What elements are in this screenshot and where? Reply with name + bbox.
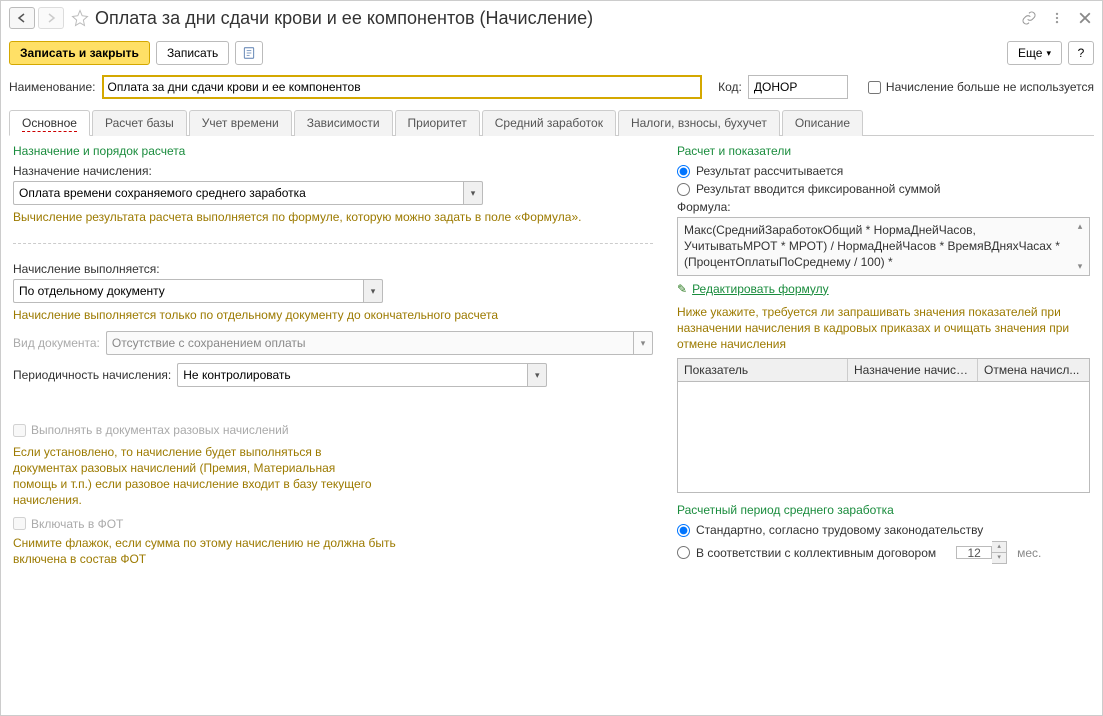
onetime-label: Выполнять в документах разовых начислени…: [31, 423, 289, 437]
left-column: Назначение и порядок расчета Назначение …: [13, 144, 653, 707]
onetime-hint: Если установлено, то начисление будет вы…: [13, 444, 373, 509]
period-standard-label: Стандартно, согласно трудовому законодат…: [696, 523, 983, 537]
period-dropdown-icon[interactable]: ▾: [527, 363, 547, 387]
window-title: Оплата за дни сдачи крови и ее компонент…: [95, 8, 1020, 29]
edit-formula-link[interactable]: ✎ Редактировать формулу: [677, 282, 829, 296]
result-calc-label: Результат рассчитывается: [696, 164, 843, 178]
tab-base[interactable]: Расчет базы: [92, 110, 187, 136]
exec-label: Начисление выполняется:: [13, 262, 653, 276]
nav-forward-button[interactable]: [38, 7, 64, 29]
doctype-combo: ▾: [106, 331, 653, 355]
tab-taxes[interactable]: Налоги, взносы, бухучет: [618, 110, 780, 136]
window: Оплата за дни сдачи крови и ее компонент…: [0, 0, 1103, 716]
period-standard-radio-input[interactable]: [677, 524, 690, 537]
tab-priority[interactable]: Приоритет: [395, 110, 480, 136]
formula-text: Макс(СреднийЗаработокОбщий * НормаДнейЧа…: [684, 223, 1060, 269]
tab-avg[interactable]: Средний заработок: [482, 110, 616, 136]
kebab-icon[interactable]: [1048, 9, 1066, 27]
right-column: Расчет и показатели Результат рассчитыва…: [677, 144, 1090, 707]
not-used-label: Начисление больше не используется: [886, 80, 1094, 94]
doctype-input: [106, 331, 633, 355]
months-unit: мес.: [1017, 546, 1041, 560]
report-icon-button[interactable]: [235, 41, 263, 65]
code-label: Код:: [718, 80, 742, 94]
months-input: [956, 546, 992, 559]
exec-hint: Начисление выполняется только по отдельн…: [13, 307, 653, 323]
th-cancel: Отмена начисл...: [978, 359, 1089, 381]
fot-checkbox-input: [13, 517, 26, 530]
favorite-icon[interactable]: [71, 9, 89, 27]
doctype-dropdown-icon: ▾: [633, 331, 653, 355]
result-calc-radio-input[interactable]: [677, 165, 690, 178]
purpose-input[interactable]: [13, 181, 463, 205]
purpose-hint: Вычисление результата расчета выполняетс…: [13, 209, 653, 225]
tabs: Основное Расчет базы Учет времени Зависи…: [9, 109, 1094, 136]
purpose-dropdown-icon[interactable]: ▾: [463, 181, 483, 205]
tab-desc[interactable]: Описание: [782, 110, 863, 136]
period-collective-radio-input[interactable]: [677, 546, 690, 559]
table-header: Показатель Назначение начисл... Отмена н…: [678, 359, 1089, 382]
spin-down-icon: ▾: [992, 553, 1006, 563]
scroll-down-icon[interactable]: ▾: [1073, 260, 1087, 272]
calc-section-title: Расчет и показатели: [677, 144, 1090, 158]
period-combo[interactable]: ▾: [177, 363, 547, 387]
titlebar: Оплата за дни сдачи крови и ее компонент…: [1, 1, 1102, 35]
content: Назначение и порядок расчета Назначение …: [1, 136, 1102, 715]
indicators-table[interactable]: Показатель Назначение начисл... Отмена н…: [677, 358, 1090, 493]
tab-time[interactable]: Учет времени: [189, 110, 292, 136]
exec-input[interactable]: [13, 279, 363, 303]
name-label: Наименование:: [9, 80, 96, 94]
period-collective-label: В соответствии с коллективным договором: [696, 546, 936, 560]
nav-back-button[interactable]: [9, 7, 35, 29]
save-close-button[interactable]: Записать и закрыть: [9, 41, 150, 65]
purpose-combo[interactable]: ▾: [13, 181, 483, 205]
th-assign: Назначение начисл...: [848, 359, 978, 381]
section-purpose-title: Назначение и порядок расчета: [13, 144, 653, 158]
toolbar: Записать и закрыть Записать Еще ?: [1, 35, 1102, 71]
fot-hint: Снимите флажок, если сумма по этому начи…: [13, 535, 413, 567]
purpose-label: Назначение начисления:: [13, 164, 653, 178]
exec-dropdown-icon[interactable]: ▾: [363, 279, 383, 303]
months-spinner: ▴▾: [956, 541, 1007, 564]
period-standard-radio[interactable]: Стандартно, согласно трудовому законодат…: [677, 523, 1090, 537]
period-collective-radio[interactable]: В соответствии с коллективным договором …: [677, 541, 1090, 564]
close-icon[interactable]: [1076, 9, 1094, 27]
not-used-checkbox[interactable]: Начисление больше не используется: [868, 80, 1094, 94]
onetime-checkbox-input: [13, 424, 26, 437]
header-fields: Наименование: Код: Начисление больше не …: [1, 71, 1102, 103]
not-used-checkbox-input[interactable]: [868, 81, 881, 94]
more-button[interactable]: Еще: [1007, 41, 1062, 65]
formula-label: Формула:: [677, 200, 1090, 214]
fot-label: Включать в ФОТ: [31, 517, 123, 531]
th-indicator: Показатель: [678, 359, 848, 381]
save-button[interactable]: Записать: [156, 41, 229, 65]
formula-scrollbar[interactable]: ▴▾: [1073, 220, 1087, 273]
pencil-icon: ✎: [677, 282, 687, 296]
code-input[interactable]: [748, 75, 848, 99]
tab-main[interactable]: Основное: [9, 110, 90, 136]
name-input[interactable]: [102, 75, 703, 99]
result-fixed-label: Результат вводится фиксированной суммой: [696, 182, 940, 196]
scroll-up-icon[interactable]: ▴: [1073, 220, 1087, 232]
result-fixed-radio-input[interactable]: [677, 183, 690, 196]
indicators-hint: Ниже укажите, требуется ли запрашивать з…: [677, 304, 1090, 353]
spin-up-icon: ▴: [992, 542, 1006, 553]
tab-deps[interactable]: Зависимости: [294, 110, 393, 136]
result-fixed-radio[interactable]: Результат вводится фиксированной суммой: [677, 182, 1090, 196]
link-icon[interactable]: [1020, 9, 1038, 27]
period-section-title: Расчетный период среднего заработка: [677, 503, 1090, 517]
fot-checkbox: Включать в ФОТ: [13, 517, 653, 531]
edit-formula-label[interactable]: Редактировать формулу: [692, 282, 829, 296]
period-label: Периодичность начисления:: [13, 368, 171, 382]
doctype-row: Вид документа: ▾: [13, 331, 653, 355]
period-row: Периодичность начисления: ▾: [13, 363, 653, 387]
table-body[interactable]: [678, 382, 1089, 492]
help-button[interactable]: ?: [1068, 41, 1094, 65]
period-input[interactable]: [177, 363, 527, 387]
exec-combo[interactable]: ▾: [13, 279, 383, 303]
formula-box[interactable]: Макс(СреднийЗаработокОбщий * НормаДнейЧа…: [677, 217, 1090, 276]
doctype-label: Вид документа:: [13, 336, 100, 350]
onetime-checkbox: Выполнять в документах разовых начислени…: [13, 423, 289, 437]
result-calc-radio[interactable]: Результат рассчитывается: [677, 164, 1090, 178]
